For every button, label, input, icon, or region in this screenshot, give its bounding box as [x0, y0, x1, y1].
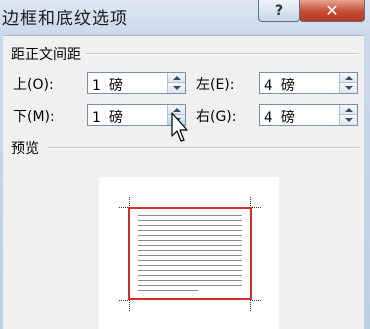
dialog-title: 边框和底纹选项: [2, 9, 128, 29]
left-margin-label: 左(E):: [196, 77, 235, 93]
left-margin-decrease-button[interactable]: [340, 83, 357, 93]
preview-text-line: [138, 285, 242, 286]
preview-text-line: [138, 275, 242, 276]
right-margin-spin-buttons: [339, 105, 357, 125]
preview-text-line: [138, 250, 242, 251]
triangle-down-icon: [172, 86, 181, 90]
triangle-down-icon: [344, 86, 353, 90]
left-margin-spin-buttons: [339, 73, 357, 93]
right-margin-decrease-button[interactable]: [340, 115, 357, 125]
preview-text-line: [138, 270, 242, 271]
preview-text-line: [138, 255, 242, 256]
close-button[interactable]: ✕: [299, 0, 365, 22]
top-margin-spinner[interactable]: 1 磅: [87, 72, 186, 94]
dialog-body: 距正文间距 上(O): 1 磅 左(E): 4 磅 下(M): 1 磅 右(G)…: [3, 35, 364, 329]
preview-text-line: [138, 260, 242, 261]
top-margin-value[interactable]: 1 磅: [92, 75, 123, 95]
close-icon: ✕: [325, 1, 339, 20]
title-bar[interactable]: 边框和底纹选项 ? ✕: [0, 0, 370, 33]
preview-text-line: [138, 225, 242, 226]
preview-pane[interactable]: [99, 177, 279, 329]
top-margin-increase-button[interactable]: [168, 73, 185, 83]
right-margin-increase-button[interactable]: [340, 105, 357, 115]
preview-text-line: [138, 265, 242, 266]
preview-text-line: [138, 240, 242, 241]
preview-text-line: [138, 230, 242, 231]
preview-page-border: [128, 207, 252, 300]
left-margin-increase-button[interactable]: [340, 73, 357, 83]
triangle-up-icon: [172, 75, 181, 80]
arrow-pointer-icon: [171, 112, 188, 142]
preview-text-line: [138, 280, 242, 281]
crop-mark-bottom-right: [250, 300, 261, 311]
preview-text-line: [138, 215, 242, 216]
preview-group-separator: [47, 147, 359, 149]
right-margin-value[interactable]: 4 磅: [264, 107, 295, 127]
right-margin-spinner[interactable]: 4 磅: [259, 104, 358, 126]
top-margin-spin-buttons: [167, 73, 185, 93]
triangle-up-icon: [344, 107, 353, 112]
margins-group-separator: [85, 53, 359, 55]
help-button[interactable]: ?: [258, 0, 300, 22]
triangle-up-icon: [172, 107, 181, 112]
bottom-margin-label: 下(M):: [13, 109, 55, 125]
bottom-margin-value[interactable]: 1 磅: [92, 107, 123, 127]
top-margin-decrease-button[interactable]: [168, 83, 185, 93]
help-icon: ?: [274, 2, 284, 19]
preview-text-line: [138, 220, 242, 221]
triangle-down-icon: [344, 118, 353, 122]
preview-text-line: [138, 235, 242, 236]
preview-text-line: [138, 290, 198, 291]
left-margin-value[interactable]: 4 磅: [264, 75, 295, 95]
preview-text-line: [138, 245, 242, 246]
left-margin-spinner[interactable]: 4 磅: [259, 72, 358, 94]
margins-group-label: 距正文间距: [11, 47, 81, 63]
triangle-up-icon: [344, 75, 353, 80]
top-margin-label: 上(O):: [13, 77, 54, 93]
preview-group-label: 预览: [11, 141, 39, 157]
right-margin-label: 右(G):: [196, 109, 237, 125]
border-shading-options-dialog: 边框和底纹选项 ? ✕ 距正文间距 上(O): 1 磅 左(E): 4 磅 下(…: [0, 0, 370, 329]
crop-mark-bottom-left: [119, 300, 130, 311]
